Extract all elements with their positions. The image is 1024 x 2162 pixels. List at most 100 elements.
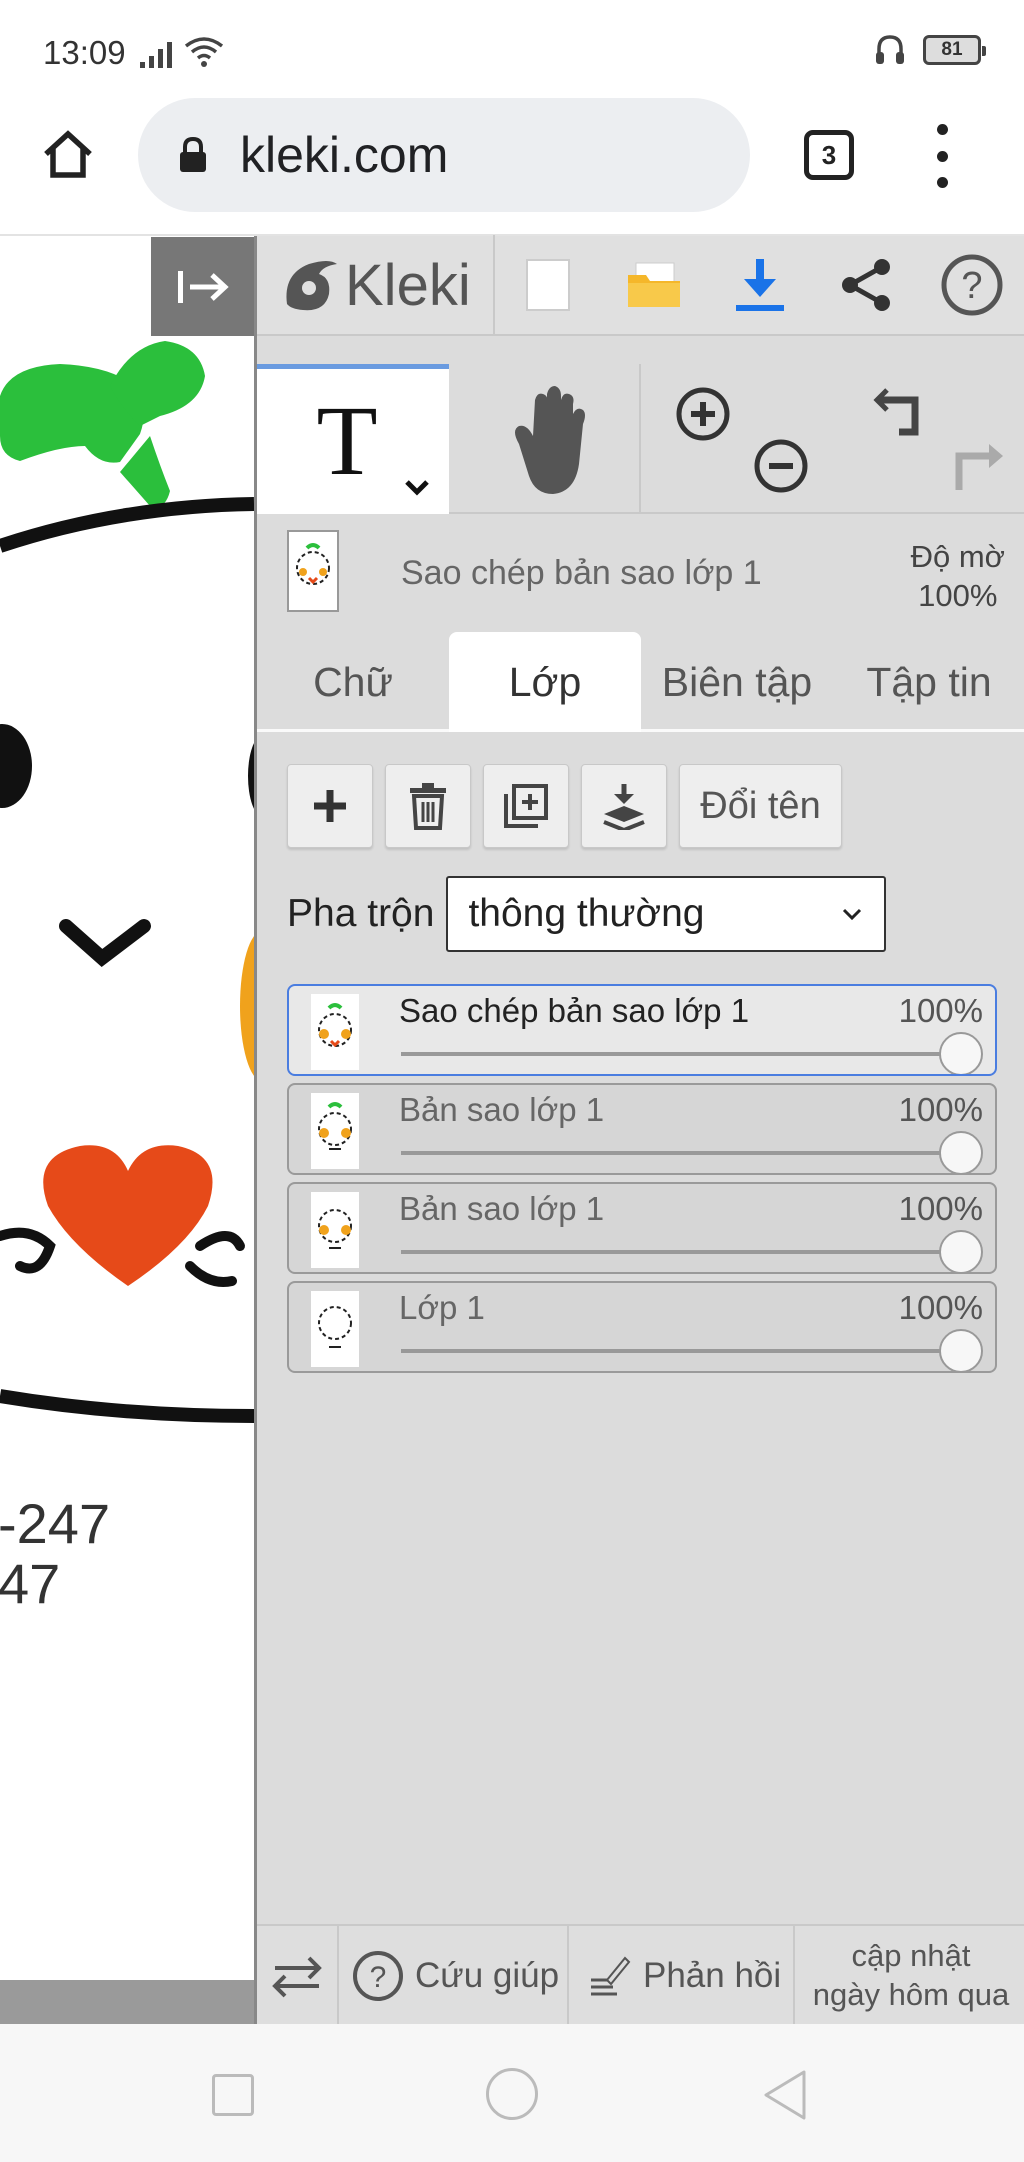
undo-redo-buttons[interactable]	[835, 364, 1024, 514]
layer-item[interactable]: Bản sao lớp 1 100%	[287, 1083, 997, 1175]
download-icon	[736, 259, 784, 311]
layer-item[interactable]: Lớp 1 100%	[287, 1281, 997, 1373]
delete-layer-button[interactable]	[385, 764, 471, 848]
help-link[interactable]: ? Cứu giúp	[339, 1926, 569, 2026]
undo-icon[interactable]	[871, 384, 931, 444]
layer-thumbnail	[311, 1291, 359, 1367]
feedback-label: Phản hồi	[643, 1956, 782, 1995]
layer-opacity-value: 100%	[898, 1190, 983, 1227]
home-nav-button[interactable]	[486, 2068, 538, 2120]
rename-layer-button[interactable]: Đổi tên	[679, 764, 842, 848]
layer-actions: Đổi tên	[287, 764, 842, 848]
update-info[interactable]: cập nhật ngày hôm qua	[795, 1926, 1024, 2026]
status-bar: 13:09 81	[0, 0, 1024, 96]
blend-mode-label: Pha trộn	[287, 892, 435, 935]
layer-opacity-knob[interactable]	[939, 1329, 983, 1371]
help-circle-icon: ?	[353, 1951, 403, 2001]
folder-icon	[628, 262, 680, 307]
blend-mode-value: thông thường	[468, 892, 705, 935]
layer-opacity-slider[interactable]	[401, 1250, 961, 1254]
browser-toolbar: kleki.com 3	[0, 96, 1024, 236]
layer-name: Sao chép bản sao lớp 1	[399, 992, 750, 1029]
layer-item[interactable]: Sao chép bản sao lớp 1 100%	[287, 984, 997, 1076]
recent-apps-button[interactable]	[212, 2074, 254, 2116]
merge-layer-button[interactable]	[581, 764, 667, 848]
tab-layers[interactable]: Lớp	[449, 632, 641, 732]
current-layer-info: Sao chép bản sao lớp 1 Độ mờ 100%	[257, 516, 1024, 626]
layer-item[interactable]: Bản sao lớp 1 100%	[287, 1182, 997, 1274]
collapse-panel-button[interactable]	[151, 237, 254, 336]
svg-text:?: ?	[370, 1961, 387, 1994]
swap-arrows-icon	[272, 1956, 322, 1998]
back-icon[interactable]	[762, 2068, 808, 2122]
save-button[interactable]	[707, 235, 813, 335]
layer-opacity-slider[interactable]	[401, 1349, 961, 1353]
hand-tool-button[interactable]	[449, 364, 641, 514]
status-left-icons	[140, 36, 224, 68]
tab-switcher-button[interactable]: 3	[804, 130, 854, 180]
text-tool-button[interactable]: T	[257, 364, 449, 514]
plus-icon	[314, 790, 346, 822]
feedback-pen-icon	[591, 1956, 631, 1996]
layer-name: Lớp 1	[399, 1289, 485, 1326]
blend-mode-select[interactable]: thông thường	[446, 876, 887, 952]
add-layer-button[interactable]	[287, 764, 373, 848]
status-time: 13:09	[43, 34, 126, 71]
home-icon[interactable]	[40, 126, 96, 182]
chevron-down-icon	[843, 908, 862, 921]
canvas-drawing	[0, 341, 254, 1423]
svg-text:T: T	[316, 385, 377, 496]
kleki-logo[interactable]: Kleki	[257, 235, 495, 335]
layer-list: Sao chép bản sao lớp 1 100% Bản sao lớp …	[287, 984, 997, 1380]
update-line-1: cập nhật	[851, 1938, 971, 1974]
current-layer-name: Sao chép bản sao lớp 1	[401, 554, 762, 592]
share-button[interactable]	[813, 235, 919, 335]
layer-opacity-knob[interactable]	[939, 1230, 983, 1272]
zoom-out-icon[interactable]	[751, 436, 811, 496]
tab-text[interactable]: Chữ	[257, 632, 449, 732]
tool-panel: Kleki ? T Sao chép bản sao lớp 1 Độ mờ 1…	[254, 235, 1024, 2026]
browser-menu-icon[interactable]	[932, 124, 952, 188]
canvas-number-2: 47	[0, 1552, 61, 1615]
tab-edit[interactable]: Biên tập	[641, 632, 833, 732]
help-button[interactable]: ?	[919, 235, 1024, 335]
svg-text:?: ?	[961, 265, 982, 307]
system-nav-bar	[0, 2024, 1024, 2162]
layer-name: Bản sao lớp 1	[399, 1190, 605, 1227]
layer-opacity-knob[interactable]	[939, 1131, 983, 1173]
opacity-label-text: Độ mờ	[910, 539, 1005, 574]
redo-icon[interactable]	[949, 434, 1009, 494]
duplicate-layer-button[interactable]	[483, 764, 569, 848]
kleki-logo-icon	[286, 261, 337, 311]
layer-opacity-slider[interactable]	[401, 1151, 961, 1155]
layer-name: Bản sao lớp 1	[399, 1091, 605, 1128]
tab-file[interactable]: Tập tin	[833, 632, 1024, 732]
address-bar[interactable]: kleki.com	[138, 98, 750, 212]
layer-opacity-value: 100%	[898, 1091, 983, 1128]
layer-opacity-knob[interactable]	[939, 1032, 983, 1074]
layer-thumbnail	[311, 994, 359, 1070]
swap-side-button[interactable]	[257, 1926, 339, 2026]
help-icon: ?	[941, 254, 1003, 316]
layer-opacity-value: 100%	[898, 992, 983, 1029]
feedback-link[interactable]: Phản hồi	[569, 1926, 795, 2026]
layer-opacity-slider[interactable]	[401, 1052, 961, 1056]
layer-thumbnail	[311, 1192, 359, 1268]
drawing-canvas[interactable]: -247 47	[0, 236, 254, 2024]
zoom-in-icon[interactable]	[673, 384, 733, 444]
open-file-button[interactable]	[601, 235, 707, 335]
collapse-arrow-icon	[177, 270, 229, 303]
panel-footer: ? Cứu giúp Phản hồi cập nhật ngày hôm qu…	[257, 1924, 1024, 2026]
canvas-scrollbar[interactable]	[0, 1980, 254, 2024]
wifi-icon	[184, 37, 224, 67]
new-file-icon	[526, 259, 570, 311]
layer-thumbnail	[311, 1093, 359, 1169]
trash-icon	[410, 783, 446, 830]
update-line-2: ngày hôm qua	[812, 1977, 1010, 2012]
current-layer-thumbnail	[287, 530, 339, 612]
zoom-buttons[interactable]	[643, 364, 835, 514]
duplicate-icon	[504, 784, 548, 828]
layer-opacity: Độ mờ 100%	[911, 538, 1005, 616]
new-image-button[interactable]	[495, 235, 601, 335]
signal-icon	[140, 42, 172, 68]
